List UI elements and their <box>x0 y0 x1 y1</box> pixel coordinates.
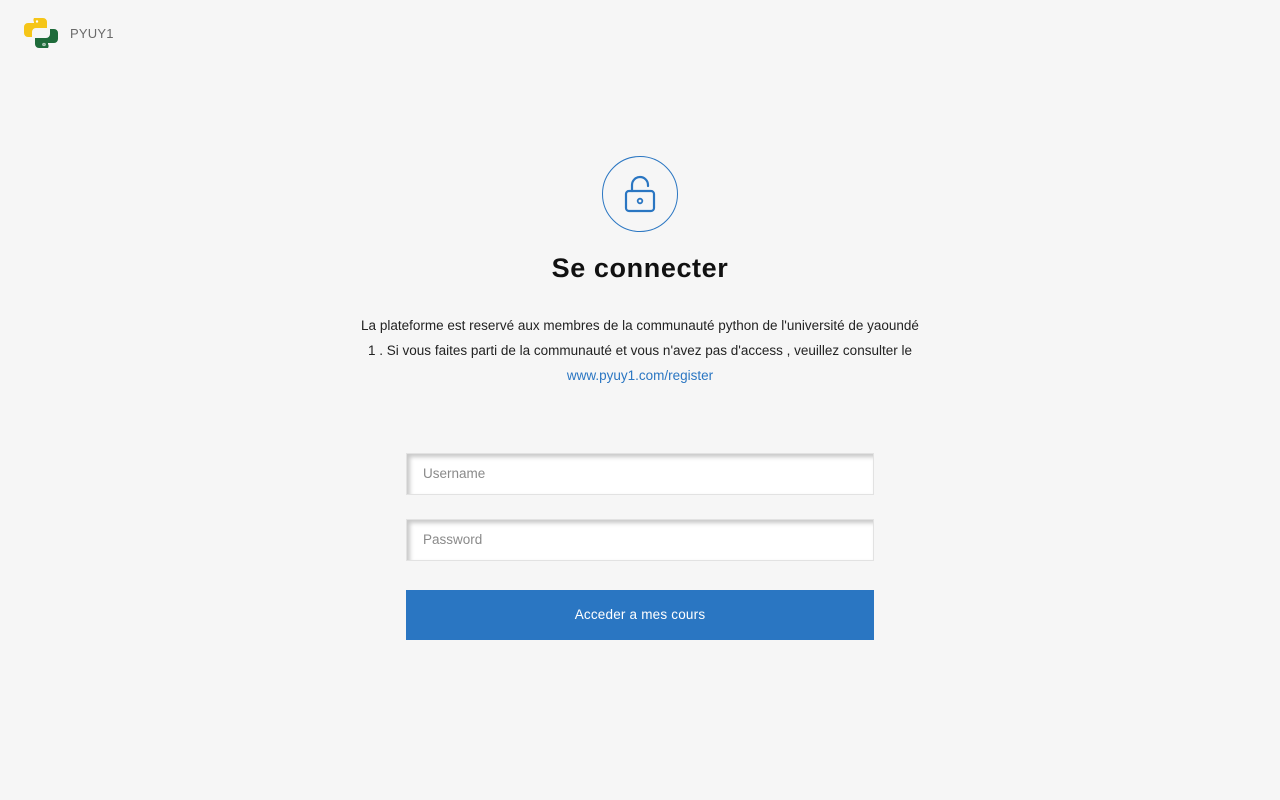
register-link[interactable]: www.pyuy1.com/register <box>567 368 713 383</box>
login-form: Acceder a mes cours <box>406 452 874 640</box>
brand-name: PYUY1 <box>70 25 114 41</box>
login-button[interactable]: Acceder a mes cours <box>406 589 874 640</box>
unlocked-padlock-icon <box>624 175 656 213</box>
python-logo-icon[interactable] <box>24 16 58 50</box>
access-notice-text: La plateforme est reservé aux membres de… <box>361 318 919 358</box>
password-input[interactable] <box>406 518 874 561</box>
page-title: Se connecter <box>551 253 729 283</box>
username-input[interactable] <box>406 452 874 495</box>
access-notice: La plateforme est reservé aux membres de… <box>360 313 920 388</box>
lock-badge <box>602 156 678 232</box>
header: PYUY1 <box>24 16 114 50</box>
login-panel: Se connecter La plateforme est reservé a… <box>0 156 1280 640</box>
